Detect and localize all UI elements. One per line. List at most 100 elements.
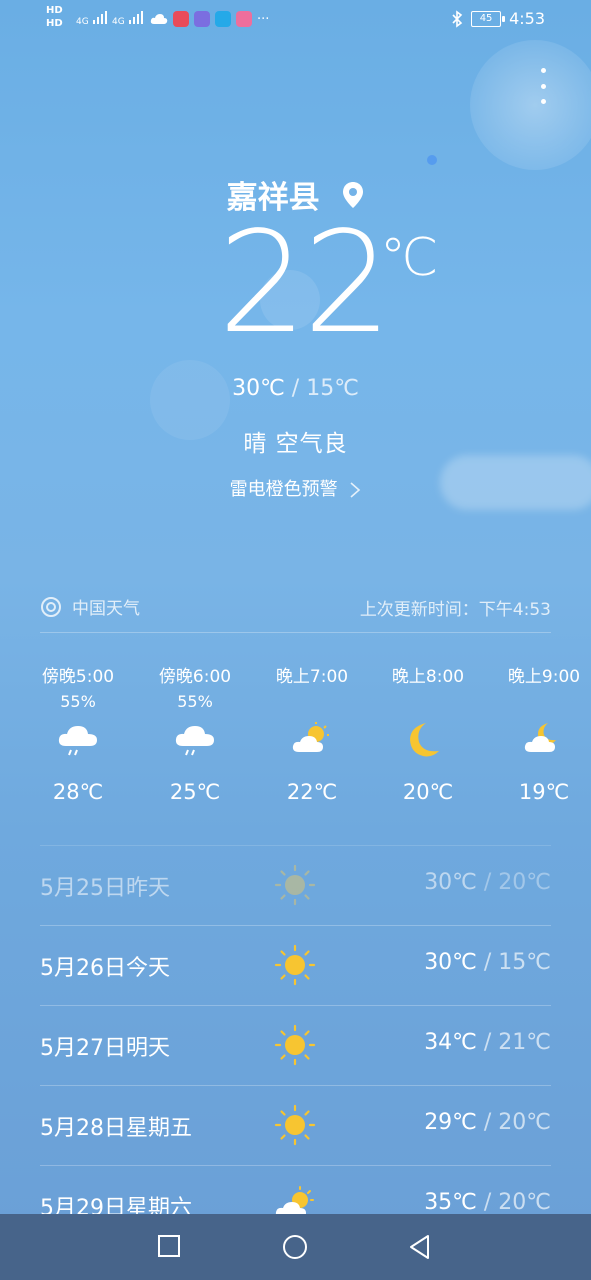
sun-icon xyxy=(272,942,318,992)
hour-temp: 19℃ xyxy=(518,780,570,804)
day-row[interactable]: 5月27日明天 34℃ / 21℃ xyxy=(40,1005,551,1085)
day-date: 5月26日今天 xyxy=(40,956,170,981)
home-icon[interactable] xyxy=(282,1234,308,1260)
day-date: 5月28日星期五 xyxy=(40,1116,192,1141)
day-high: 30℃ xyxy=(424,870,477,895)
hour-temp: 25℃ xyxy=(169,780,221,804)
weather-condition: 晴 空气良 xyxy=(243,431,348,457)
hour-precip xyxy=(257,692,367,714)
day-low: 15℃ xyxy=(498,950,551,975)
signal-icon: 4G xyxy=(76,10,112,27)
temperature-unit: ℃ xyxy=(380,228,439,288)
system-nav-bar xyxy=(0,1214,591,1280)
alert-text: 雷电橙色预警 xyxy=(229,479,338,500)
hd-badge: HD xyxy=(46,5,63,16)
hd-indicators: HD HD xyxy=(46,4,63,30)
bluetooth-icon xyxy=(452,9,463,28)
signal-icon: 4G xyxy=(112,10,148,27)
day-temp-range: 34℃ / 21℃ xyxy=(424,1030,551,1055)
day-temp-range: 35℃ / 20℃ xyxy=(424,1190,551,1215)
high-temp: 30℃ xyxy=(232,376,285,401)
range-separator: / xyxy=(476,1190,499,1215)
day-low: 20℃ xyxy=(498,870,551,895)
hour-time: 晚上8:00 xyxy=(391,667,465,687)
range-separator: / xyxy=(476,870,499,895)
status-right: 45 4:53 xyxy=(451,9,545,28)
status-bar: HD HD 4G 4G ··· 45 4:53 xyxy=(0,0,591,40)
hour-time: 傍晚5:00 xyxy=(41,667,115,687)
sun-icon xyxy=(272,1022,318,1072)
day-temp-range: 30℃ / 15℃ xyxy=(424,950,551,975)
day-date: 5月25日昨天 xyxy=(40,876,170,901)
cloud-alert-icon xyxy=(150,14,168,24)
day-low: 21℃ xyxy=(498,1030,551,1055)
rain-cloud-icon xyxy=(140,720,250,770)
recent-apps-icon[interactable] xyxy=(157,1234,181,1258)
hour-time: 晚上9:00 xyxy=(507,667,581,687)
range-separator: / xyxy=(476,1110,499,1135)
last-updated: 上次更新时间：下午4:53 xyxy=(359,600,551,620)
lens-flare xyxy=(470,40,591,170)
hour-item: 傍晚5:00 55% 28℃ xyxy=(23,662,133,804)
day-high: 30℃ xyxy=(424,950,477,975)
day-temp-range: 30℃ / 20℃ xyxy=(424,870,551,895)
hour-precip: 55% xyxy=(177,692,213,711)
hd-badge: HD xyxy=(46,18,63,29)
hour-temp: 22℃ xyxy=(286,780,338,804)
hour-time: 傍晚6:00 xyxy=(158,667,232,687)
hour-time: 晚上7:00 xyxy=(275,667,349,687)
day-row[interactable]: 5月25日昨天 30℃ / 20℃ xyxy=(40,845,551,925)
notification-icons: ··· xyxy=(150,11,269,27)
day-row[interactable]: 5月28日星期五 29℃ / 20℃ xyxy=(40,1085,551,1165)
menu-dot xyxy=(540,99,546,104)
sun-icon xyxy=(272,862,318,912)
lens-flare xyxy=(427,155,437,165)
moon-cloud-icon xyxy=(489,720,591,770)
hour-temp: 28℃ xyxy=(52,780,104,804)
shop-app-icon xyxy=(236,11,252,27)
menu-dot xyxy=(540,83,546,89)
source-brand[interactable]: 中国天气 xyxy=(40,594,140,619)
range-separator: / xyxy=(476,950,499,975)
hour-item: 晚上8:00 20℃ xyxy=(373,662,483,804)
hour-precip xyxy=(489,692,591,714)
daily-forecast: 5月25日昨天 30℃ / 20℃ 5月26日今天 30℃ / 15℃ 5月27… xyxy=(40,845,551,1245)
clock: 4:53 xyxy=(509,9,545,28)
hourly-forecast[interactable]: 傍晚5:00 55% 28℃ 傍晚6:00 55% 25℃ 晚上7:00 22℃… xyxy=(0,662,591,822)
day-low: 20℃ xyxy=(498,1110,551,1135)
range-separator: / xyxy=(284,376,307,401)
hour-precip xyxy=(373,692,483,714)
temperature-range: 30℃ / 15℃ xyxy=(0,376,591,401)
china-weather-logo-icon xyxy=(41,596,61,617)
more-menu-button[interactable] xyxy=(539,68,547,104)
day-high: 35℃ xyxy=(424,1190,477,1215)
day-low: 20℃ xyxy=(498,1190,551,1215)
moon-icon xyxy=(373,720,483,770)
hour-item: 晚上9:00 19℃ xyxy=(489,662,591,804)
bulb-app-icon xyxy=(215,11,231,27)
battery-icon: 45 xyxy=(471,10,506,27)
more-notifications-icon: ··· xyxy=(257,11,270,27)
book-app-icon xyxy=(173,11,189,27)
music-app-icon xyxy=(194,11,210,27)
day-row[interactable]: 5月26日今天 30℃ / 15℃ xyxy=(40,925,551,1005)
low-temp: 15℃ xyxy=(306,376,359,401)
partly-cloudy-icon xyxy=(257,720,367,770)
day-high: 34℃ xyxy=(424,1030,477,1055)
sun-icon xyxy=(272,1102,318,1152)
source-name: 中国天气 xyxy=(72,599,140,619)
source-row: 中国天气 上次更新时间：下午4:53 xyxy=(40,594,551,620)
hour-item: 晚上7:00 22℃ xyxy=(257,662,367,804)
rain-cloud-icon xyxy=(23,720,133,770)
weather-alert-link[interactable]: 雷电橙色预警 xyxy=(0,475,591,501)
range-separator: / xyxy=(476,1030,499,1055)
current-temperature: 22 xyxy=(218,202,392,365)
day-date: 5月27日明天 xyxy=(40,1036,170,1061)
hour-precip: 55% xyxy=(60,692,96,711)
hour-temp: 20℃ xyxy=(402,780,454,804)
back-icon[interactable] xyxy=(408,1234,432,1260)
day-high: 29℃ xyxy=(424,1110,477,1135)
hour-item: 傍晚6:00 55% 25℃ xyxy=(140,662,250,804)
menu-dot xyxy=(540,68,546,73)
divider xyxy=(40,632,551,633)
